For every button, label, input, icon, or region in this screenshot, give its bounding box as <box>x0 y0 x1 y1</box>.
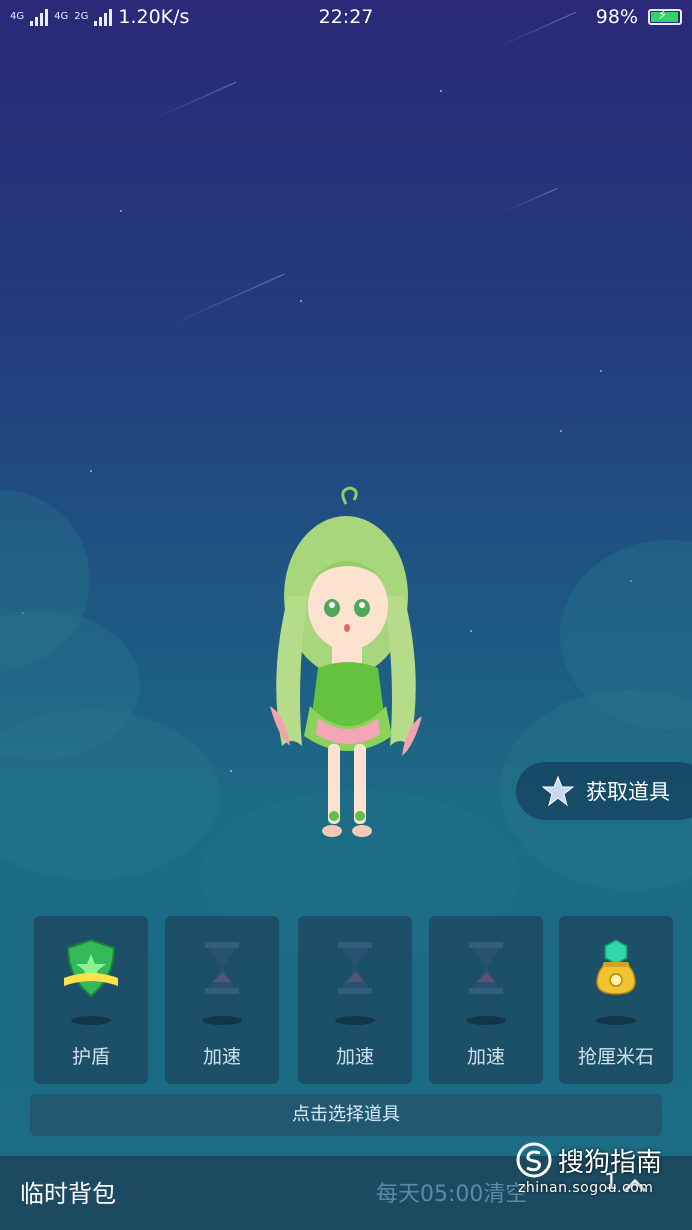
star-icon <box>542 775 574 807</box>
item-slot-speed[interactable]: 加速 <box>165 916 279 1084</box>
item-name: 抢厘米石 <box>577 1046 654 1068</box>
hourglass-icon <box>205 942 239 994</box>
clock: 22:27 <box>318 6 374 28</box>
get-items-button[interactable]: 获取道具 <box>516 762 692 820</box>
item-name: 加速 <box>466 1046 505 1068</box>
get-items-label: 获取道具 <box>586 780 670 804</box>
item-slot-shield[interactable]: 护盾 <box>34 916 148 1084</box>
slot-shadow <box>596 1016 636 1025</box>
slot-shadow <box>335 1016 375 1025</box>
gem-bag-icon <box>596 939 636 995</box>
hourglass-icon <box>338 942 372 994</box>
item-name: 加速 <box>335 1046 374 1068</box>
battery-percent: 98% <box>595 6 638 28</box>
item-name: 护盾 <box>71 1046 110 1068</box>
character-avatar[interactable] <box>258 486 438 866</box>
item-slot-speed[interactable]: 加速 <box>429 916 543 1084</box>
hourglass-icon <box>469 942 503 994</box>
item-slots: 护盾 加速 加速 加速 抢厘米石 <box>34 916 674 1084</box>
slot-shadow <box>202 1016 242 1025</box>
sogou-logo-icon <box>516 1142 552 1178</box>
watermark-brand: 搜狗指南 <box>558 1148 663 1178</box>
watermark: 搜狗指南 zhinan.sogou.com <box>514 1142 674 1202</box>
slot-shadow <box>71 1016 111 1025</box>
shield-icon <box>64 938 118 998</box>
reset-notice: 每天05:00清空 <box>376 1182 528 1207</box>
battery-icon: ⚡ <box>648 8 682 25</box>
status-bar: 4G 4G 2G 1.20K/s 22:27 98% ⚡ <box>0 0 692 38</box>
watermark-url: zhinan.sogou.com <box>518 1180 654 1196</box>
select-item-hint[interactable]: 点击选择道具 <box>30 1094 662 1136</box>
item-slot-speed[interactable]: 加速 <box>298 916 412 1084</box>
item-slot-gem-bag[interactable]: 抢厘米石 <box>559 916 673 1084</box>
item-name: 加速 <box>202 1046 241 1068</box>
slot-shadow <box>466 1016 506 1025</box>
backpack-title: 临时背包 <box>20 1180 116 1208</box>
